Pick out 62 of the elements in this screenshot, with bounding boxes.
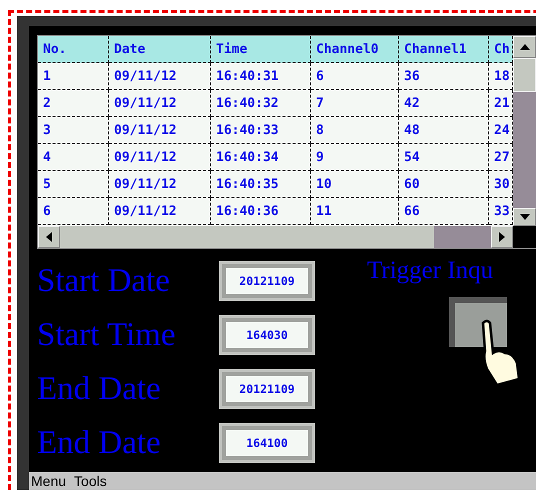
- table-cell: 11: [311, 198, 399, 225]
- table-cell: 9: [311, 144, 399, 171]
- table-cell: 10: [311, 171, 399, 198]
- table-cell: 7: [311, 90, 399, 117]
- scrollbar-thumb[interactable]: [513, 58, 536, 92]
- table-cell: 21: [489, 90, 513, 117]
- trigger-button[interactable]: [449, 297, 507, 347]
- input-field[interactable]: 20121109: [219, 369, 315, 409]
- table-cell: 5: [38, 171, 109, 198]
- field-label: Start Time: [37, 317, 176, 353]
- table-cell: 18: [489, 63, 513, 90]
- table-cell: 33: [489, 198, 513, 225]
- table-cell: 09/11/12: [109, 144, 211, 171]
- table-cell: 3: [38, 117, 109, 144]
- table-cell: 16:40:35: [211, 171, 311, 198]
- table-cell: 4: [38, 144, 109, 171]
- column-header: No.: [38, 36, 109, 63]
- table-cell: 66: [399, 198, 489, 225]
- input-field[interactable]: 164100: [219, 423, 315, 463]
- field-label: End Date: [37, 371, 162, 407]
- menu-item[interactable]: Tools: [74, 473, 107, 489]
- column-header: Channel0: [311, 36, 399, 63]
- field-label: End Date: [37, 425, 162, 461]
- vertical-scrollbar[interactable]: [513, 36, 536, 226]
- table-cell: 09/11/12: [109, 198, 211, 225]
- up-arrow-icon: [520, 44, 530, 50]
- table-cell: 16:40:34: [211, 144, 311, 171]
- table-cell: 27: [489, 144, 513, 171]
- trigger-label: Trigger Inqu: [367, 257, 494, 285]
- left-arrow-icon: [46, 232, 52, 242]
- table-cell: 42: [399, 90, 489, 117]
- column-header: Time: [211, 36, 311, 63]
- table-cell: 16:40:36: [211, 198, 311, 225]
- table-cell: 1: [38, 63, 109, 90]
- table-cell: 8: [311, 117, 399, 144]
- table-cell: 36: [399, 63, 489, 90]
- column-header: Ch: [489, 36, 513, 63]
- column-header: Date: [109, 36, 211, 63]
- table-cell: 48: [399, 117, 489, 144]
- input-field[interactable]: 164030: [219, 315, 315, 355]
- input-field[interactable]: 20121109: [219, 261, 315, 301]
- table-cell: 54: [399, 144, 489, 171]
- table-cell: 09/11/12: [109, 171, 211, 198]
- table-cell: 09/11/12: [109, 117, 211, 144]
- table-cell: 6: [311, 63, 399, 90]
- table-cell: 30: [489, 171, 513, 198]
- column-header: Channel1: [399, 36, 489, 63]
- down-arrow-icon: [520, 214, 530, 220]
- table-cell: 16:40:33: [211, 117, 311, 144]
- menu-item[interactable]: Menu: [31, 473, 66, 489]
- table-cell: 09/11/12: [109, 63, 211, 90]
- scrollbar-thumb[interactable]: [434, 226, 491, 248]
- table-cell: 09/11/12: [109, 90, 211, 117]
- horizontal-scrollbar[interactable]: [38, 226, 513, 248]
- table-cell: 24: [489, 117, 513, 144]
- table-cell: 16:40:32: [211, 90, 311, 117]
- table-cell: 16:40:31: [211, 63, 311, 90]
- table-cell: 6: [38, 198, 109, 225]
- field-label: Start Date: [37, 263, 171, 299]
- right-arrow-icon: [499, 232, 505, 242]
- table-cell: 2: [38, 90, 109, 117]
- table-cell: 60: [399, 171, 489, 198]
